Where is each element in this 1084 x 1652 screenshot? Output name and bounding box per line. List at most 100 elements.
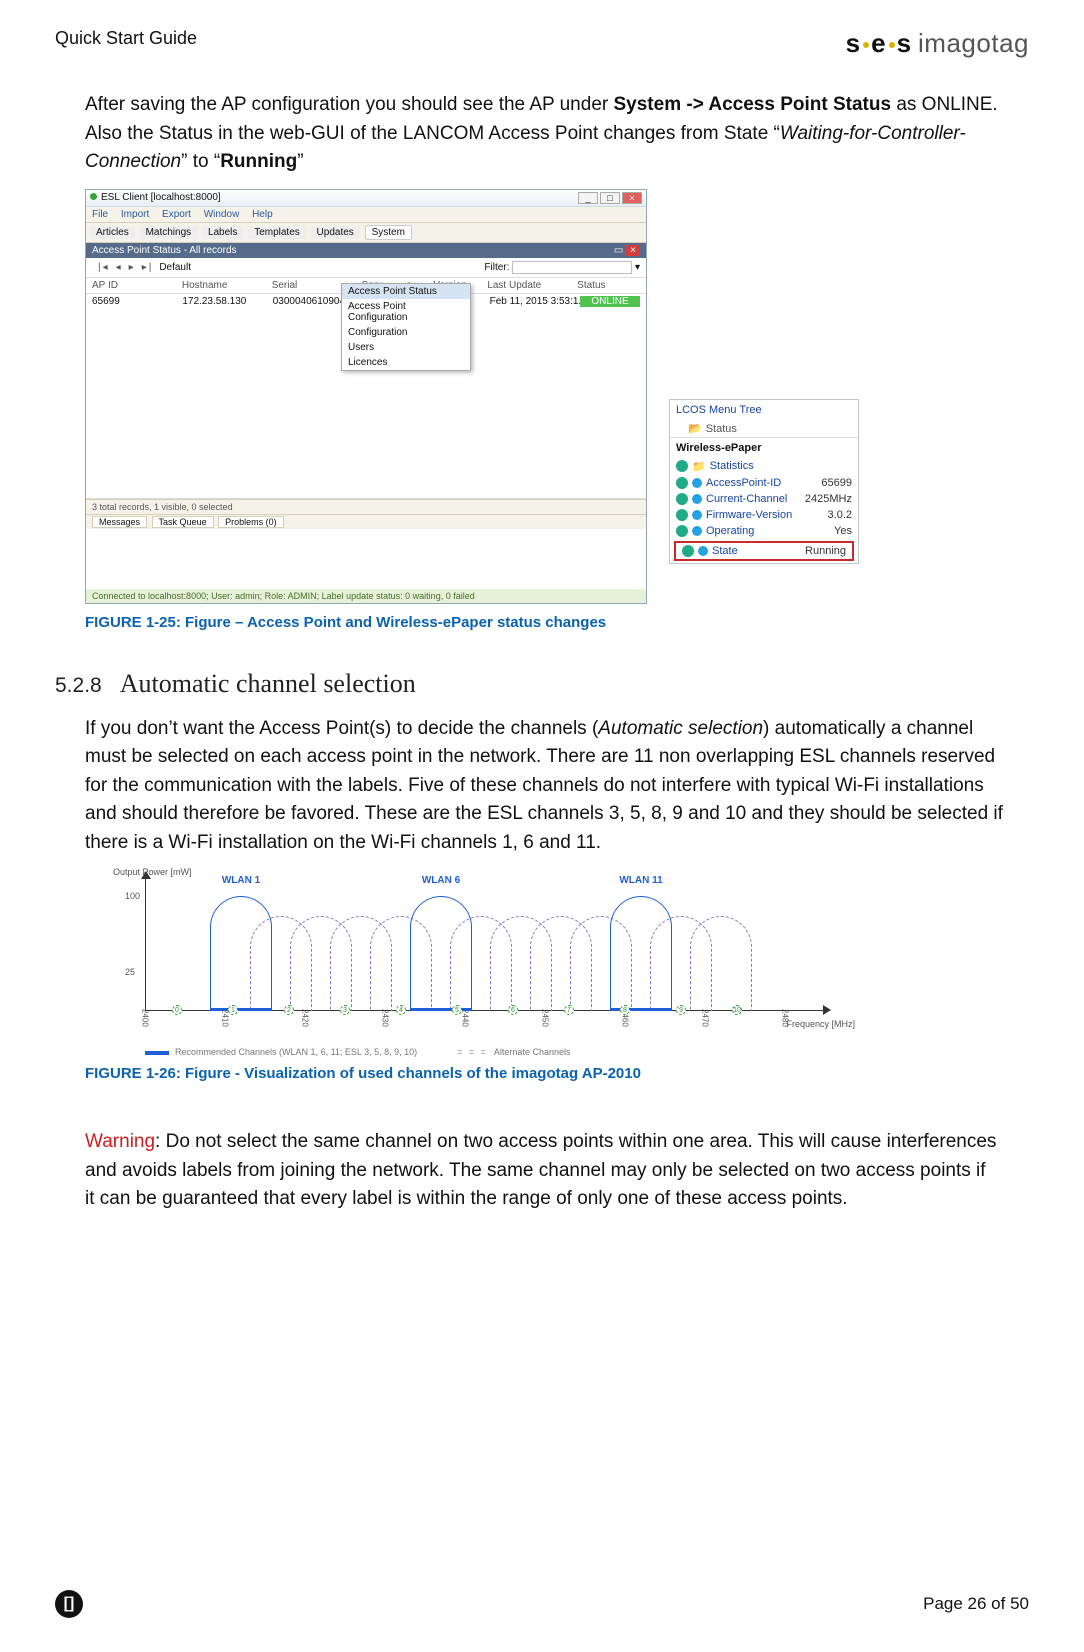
filter-input[interactable] — [512, 261, 632, 274]
label: Statistics — [710, 460, 852, 472]
page: Quick Start Guide ses imagotag After sav… — [0, 0, 1084, 1652]
warning-paragraph: Warning: Do not select the same channel … — [85, 1128, 999, 1214]
lcos-item-operating[interactable]: OperatingYes — [670, 523, 858, 539]
doc-title: Quick Start Guide — [55, 28, 197, 49]
y-axis — [145, 877, 146, 1011]
message-area — [86, 529, 646, 589]
wlan-curve — [610, 896, 672, 1011]
warning-label: Warning — [85, 1131, 155, 1152]
menu-file[interactable]: File — [92, 209, 108, 220]
nav-first-icon[interactable]: |◂ — [98, 262, 110, 273]
menu-import[interactable]: Import — [121, 209, 149, 220]
x-tick: 2480 — [781, 1009, 790, 1027]
tab-system[interactable]: System — [365, 225, 412, 240]
figure-25-caption: FIGURE 1-25: Figure – Access Point and W… — [85, 614, 1029, 631]
x-tick: 2420 — [301, 1009, 310, 1027]
nav-next-icon[interactable]: ▸ — [129, 262, 136, 273]
esl-channel-marker: 2 — [284, 1005, 294, 1015]
cell-status: ONLINE — [580, 296, 640, 307]
status-dot-icon — [90, 193, 97, 200]
tab-articles[interactable]: Articles — [90, 226, 135, 239]
window-controls: _ □ × — [578, 192, 642, 204]
col-apid[interactable]: AP ID — [92, 280, 182, 291]
logo-ses: ses — [846, 28, 912, 59]
window-titlebar[interactable]: ESL Client [localhost:8000] _ □ × — [86, 190, 646, 207]
help-icon — [676, 460, 688, 472]
esl-channel-marker: 7 — [564, 1005, 574, 1015]
menu-export[interactable]: Export — [162, 209, 191, 220]
col-status[interactable]: Status — [577, 280, 640, 291]
value: Running — [805, 545, 846, 557]
lcos-item-apid[interactable]: AccessPoint-ID65699 — [670, 475, 858, 491]
help-icon — [676, 477, 688, 489]
esl-channel-marker: 5 — [452, 1005, 462, 1015]
esl-channel-marker: 0 — [172, 1005, 182, 1015]
col-upd[interactable]: Last Update — [487, 280, 577, 291]
help-icon — [676, 525, 688, 537]
legend-alternate: Alternate Channels — [457, 1047, 570, 1057]
tab-messages[interactable]: Messages — [92, 516, 147, 528]
lcos-title: LCOS Menu Tree — [670, 400, 858, 420]
value: 2425MHz — [805, 493, 852, 505]
figure-26-caption: FIGURE 1-26: Figure - Visualization of u… — [85, 1065, 1029, 1082]
esl-channel-marker: 3 — [340, 1005, 350, 1015]
record-count: 3 total records, 1 visible, 0 selected — [86, 499, 646, 515]
dropdown-item-config[interactable]: Configuration — [342, 325, 470, 340]
help-icon — [682, 545, 694, 557]
close-button[interactable]: × — [622, 192, 642, 204]
label: State — [712, 545, 801, 557]
minimize-button[interactable]: _ — [578, 192, 598, 204]
wlan-label: WLAN 11 — [619, 875, 662, 886]
menu-window[interactable]: Window — [204, 209, 240, 220]
brand-logo: ses imagotag — [846, 28, 1029, 59]
dropdown-item-users[interactable]: Users — [342, 340, 470, 355]
col-host[interactable]: Hostname — [182, 280, 272, 291]
dropdown-item-ap-status[interactable]: Access Point Status — [342, 284, 470, 299]
paragraph-intro: After saving the AP configuration you sh… — [85, 91, 1019, 177]
dropdown-item-licences[interactable]: Licences — [342, 355, 470, 370]
alt-wlan-curve — [690, 916, 752, 1011]
lcos-item-channel[interactable]: Current-Channel2425MHz — [670, 491, 858, 507]
nav-prev-icon[interactable]: ◂ — [116, 262, 123, 273]
page-footer: [] Page 26 of 50 — [55, 1590, 1029, 1618]
legend-recommended: Recommended Channels (WLAN 1, 6, 11; ESL… — [145, 1047, 417, 1057]
wlan-label: WLAN 1 — [222, 875, 260, 886]
tab-task-queue[interactable]: Task Queue — [152, 516, 214, 528]
label: Operating — [706, 525, 830, 537]
value: 65699 — [821, 477, 852, 489]
lcos-panel: LCOS Menu Tree Status Wireless-ePaper 📁S… — [669, 399, 859, 564]
lcos-item-fw[interactable]: Firmware-Version3.0.2 — [670, 507, 858, 523]
lcos-folder-status[interactable]: Status — [670, 420, 858, 437]
help-icon — [676, 493, 688, 505]
tab-matchings[interactable]: Matchings — [140, 226, 198, 239]
lcos-section: Wireless-ePaper — [670, 437, 858, 458]
panel-min-icon[interactable]: ▭ — [614, 245, 623, 256]
maximize-button[interactable]: □ — [600, 192, 620, 204]
tab-updates[interactable]: Updates — [311, 226, 360, 239]
lcos-item-statistics[interactable]: 📁Statistics — [670, 458, 858, 475]
system-dropdown: Access Point Status Access Point Configu… — [341, 283, 471, 371]
cell-upd: Feb 11, 2015 3:53:1... — [490, 296, 580, 307]
panel-header: Access Point Status - All records ▭ × — [86, 243, 646, 258]
figure-25-group: ESL Client [localhost:8000] _ □ × File I… — [85, 189, 1029, 604]
esl-channel-marker: 4 — [396, 1005, 406, 1015]
y-tick-25: 25 — [125, 967, 135, 977]
nav-last-icon[interactable]: ▸| — [142, 262, 154, 273]
profile-default[interactable]: Default — [159, 262, 191, 273]
info-icon — [692, 526, 702, 536]
tab-labels[interactable]: Labels — [202, 226, 243, 239]
menu-help[interactable]: Help — [252, 209, 273, 220]
tab-templates[interactable]: Templates — [248, 226, 306, 239]
filter-dropdown-icon[interactable]: ▾ — [635, 262, 640, 273]
text: After saving the AP configuration you sh… — [85, 94, 614, 115]
chart-legend: Recommended Channels (WLAN 1, 6, 11; ESL… — [145, 1047, 570, 1057]
lcos-item-state[interactable]: State Running — [674, 541, 854, 561]
dropdown-item-ap-config[interactable]: Access Point Configuration — [342, 299, 470, 325]
cell-host: 172.23.58.130 — [182, 296, 272, 307]
panel-close-icon[interactable]: × — [626, 245, 640, 256]
info-icon — [692, 494, 702, 504]
tab-problems[interactable]: Problems (0) — [218, 516, 284, 528]
x-tick: 2470 — [701, 1009, 710, 1027]
wlan-label: WLAN 6 — [422, 875, 460, 886]
paragraph-channels: If you don’t want the Access Point(s) to… — [85, 715, 1019, 858]
